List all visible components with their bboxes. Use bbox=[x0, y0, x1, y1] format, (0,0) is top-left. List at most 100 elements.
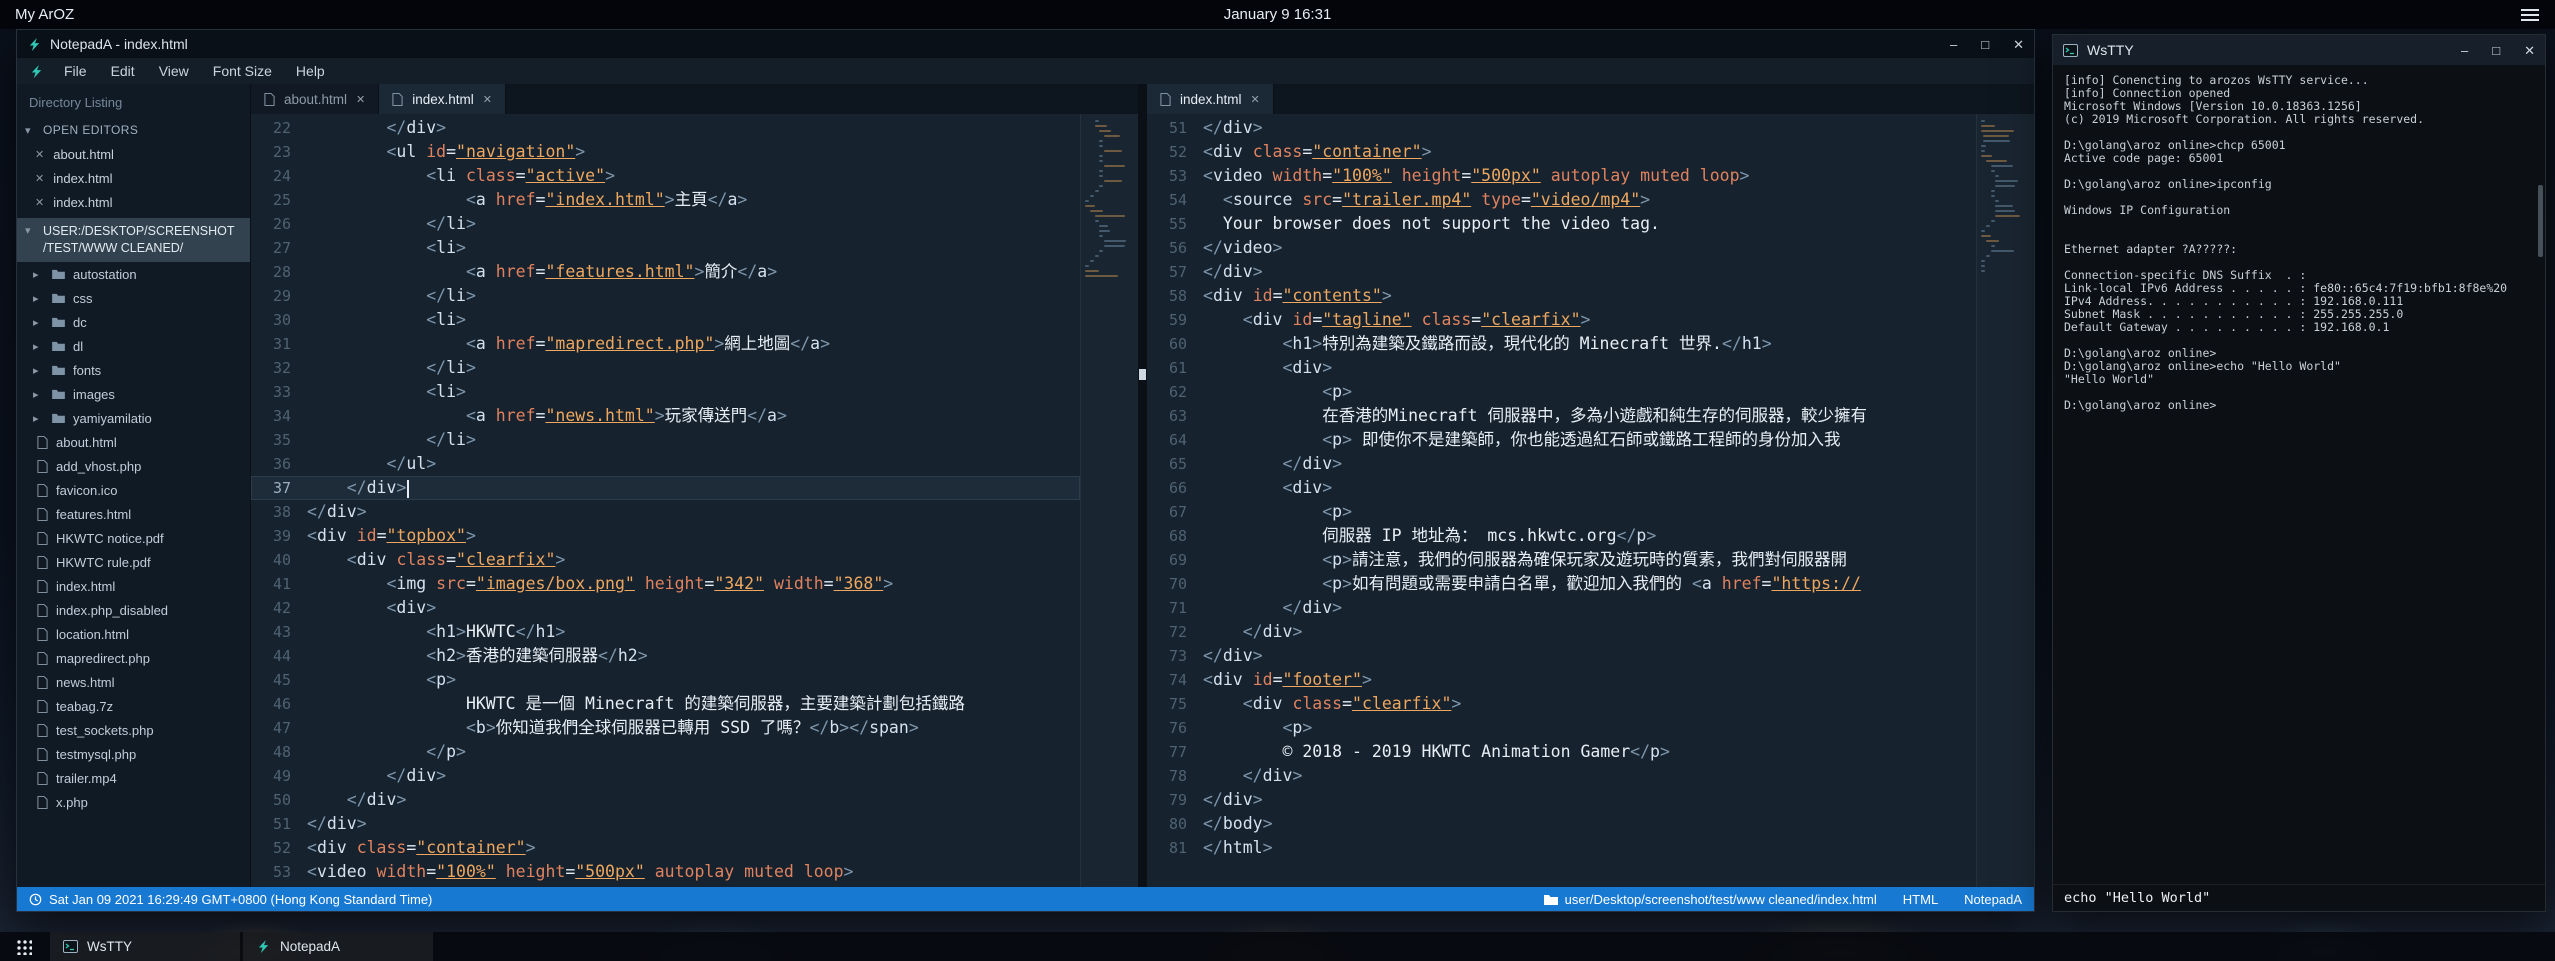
tab-index.html[interactable]: index.html✕ bbox=[379, 84, 506, 114]
close-icon[interactable]: ✕ bbox=[2013, 38, 2024, 51]
code-line[interactable]: 53<video width="100%" height="500px" aut… bbox=[251, 860, 1080, 884]
menu-edit[interactable]: Edit bbox=[99, 63, 147, 79]
file-item[interactable]: teabag.7z bbox=[17, 694, 250, 718]
code-line[interactable]: 53<video width="100%" height="500px" aut… bbox=[1147, 164, 1976, 188]
file-item[interactable]: features.html bbox=[17, 502, 250, 526]
close-icon[interactable]: ✕ bbox=[2524, 44, 2535, 57]
maximize-icon[interactable]: □ bbox=[2492, 44, 2500, 57]
open-editors-section[interactable]: ▾ OPEN EDITORS bbox=[17, 118, 250, 142]
code-line[interactable]: 22 </div> bbox=[251, 116, 1080, 140]
code-line[interactable]: 37 </div> bbox=[251, 476, 1080, 500]
code-line[interactable]: 35 </li> bbox=[251, 428, 1080, 452]
code-line[interactable]: 45 <p> bbox=[251, 668, 1080, 692]
tab-index.html[interactable]: index.html✕ bbox=[1147, 84, 1274, 114]
aroz-brand[interactable]: My ArOZ bbox=[15, 6, 74, 23]
file-item[interactable]: news.html bbox=[17, 670, 250, 694]
folder-item[interactable]: ▸css bbox=[17, 286, 250, 310]
close-editor-icon[interactable]: ✕ bbox=[35, 148, 44, 161]
code-line[interactable]: 42 <div> bbox=[251, 596, 1080, 620]
menu-file[interactable]: File bbox=[52, 63, 99, 79]
code-line[interactable]: 58<div id="contents"> bbox=[1147, 284, 1976, 308]
code-line[interactable]: 71 </div> bbox=[1147, 596, 1976, 620]
code-line[interactable]: 69 <p>請注意，我們的伺服器為確保玩家及遊玩時的質素，我們對伺服器開 bbox=[1147, 548, 1976, 572]
close-tab-icon[interactable]: ✕ bbox=[1251, 93, 1260, 106]
code-line[interactable]: 81</html> bbox=[1147, 836, 1976, 860]
close-editor-icon[interactable]: ✕ bbox=[35, 196, 44, 209]
notepad-titlebar[interactable]: NotepadA - index.html – □ ✕ bbox=[17, 30, 2034, 58]
open-editor-item[interactable]: ✕about.html bbox=[17, 142, 250, 166]
code-line[interactable]: 74<div id="footer"> bbox=[1147, 668, 1976, 692]
taskbar-item-wstty[interactable]: WsTTY bbox=[50, 932, 240, 961]
code-line[interactable]: 43 <h1>HKWTC</h1> bbox=[251, 620, 1080, 644]
taskbar-item-notepada[interactable]: NotepadA bbox=[243, 932, 433, 961]
code-line[interactable]: 36 </ul> bbox=[251, 452, 1080, 476]
code-line[interactable]: 73</div> bbox=[1147, 644, 1976, 668]
wstty-titlebar[interactable]: WsTTY – □ ✕ bbox=[2053, 35, 2545, 65]
menu-help[interactable]: Help bbox=[284, 63, 337, 79]
code-line[interactable]: 47 <b>你知道我們全球伺服器已轉用 SSD 了嗎？</b></span> bbox=[251, 716, 1080, 740]
folder-item[interactable]: ▸dc bbox=[17, 310, 250, 334]
code-line[interactable]: 64 <p> 即使你不是建築師，你也能透過紅石師或鐵路工程師的身份加入我 bbox=[1147, 428, 1976, 452]
code-editor[interactable]: 22 </div>23 <ul id="navigation">24 <li c… bbox=[251, 114, 1080, 887]
minimap[interactable] bbox=[1976, 114, 2034, 887]
code-line[interactable]: 34 <a href="news.html">玩家傳送門</a> bbox=[251, 404, 1080, 428]
start-button[interactable] bbox=[0, 932, 47, 961]
code-line[interactable]: 70 <p>如有問題或需要申請白名單，歡迎加入我們的 <a href="http… bbox=[1147, 572, 1976, 596]
code-line[interactable]: 68 伺服器 IP 地址為： mcs.hkwtc.org</p> bbox=[1147, 524, 1976, 548]
code-editor[interactable]: 51</div>52<div class="container">53<vide… bbox=[1147, 114, 1976, 887]
terminal-input-line[interactable]: echo "Hello World" bbox=[2053, 884, 2545, 911]
code-line[interactable]: 28 <a href="features.html">簡介</a> bbox=[251, 260, 1080, 284]
code-line[interactable]: 52<div class="container"> bbox=[251, 836, 1080, 860]
folder-item[interactable]: ▸fonts bbox=[17, 358, 250, 382]
code-line[interactable]: 23 <ul id="navigation"> bbox=[251, 140, 1080, 164]
folder-item[interactable]: ▸dl bbox=[17, 334, 250, 358]
code-line[interactable]: 72 </div> bbox=[1147, 620, 1976, 644]
code-line[interactable]: 31 <a href="mapredirect.php">網上地圖</a> bbox=[251, 332, 1080, 356]
minimize-icon[interactable]: – bbox=[1950, 38, 1957, 51]
code-line[interactable]: 57</div> bbox=[1147, 260, 1976, 284]
code-line[interactable]: 61 <div> bbox=[1147, 356, 1976, 380]
code-line[interactable]: 44 <h2>香港的建築伺服器</h2> bbox=[251, 644, 1080, 668]
code-line[interactable]: 59 <div id="tagline" class="clearfix"> bbox=[1147, 308, 1976, 332]
file-item[interactable]: index.php_disabled bbox=[17, 598, 250, 622]
code-line[interactable]: 38</div> bbox=[251, 500, 1080, 524]
file-item[interactable]: add_vhost.php bbox=[17, 454, 250, 478]
folder-item[interactable]: ▸images bbox=[17, 382, 250, 406]
code-line[interactable]: 33 <li> bbox=[251, 380, 1080, 404]
splitter-grip[interactable] bbox=[1139, 369, 1146, 380]
file-item[interactable]: test_sockets.php bbox=[17, 718, 250, 742]
code-line[interactable]: 76 <p> bbox=[1147, 716, 1976, 740]
workspace-root-item[interactable]: ▾ USER:/DESKTOP/SCREENSHOT /TEST/WWW CLE… bbox=[17, 218, 250, 262]
code-line[interactable]: 60 <h1>特別為建築及鐵路而設，現代化的 Minecraft 世界.</h1… bbox=[1147, 332, 1976, 356]
code-line[interactable]: 79</div> bbox=[1147, 788, 1976, 812]
code-line[interactable]: 51</div> bbox=[251, 812, 1080, 836]
code-line[interactable]: 41 <img src="images/box.png" height="342… bbox=[251, 572, 1080, 596]
file-item[interactable]: x.php bbox=[17, 790, 250, 814]
folder-item[interactable]: ▸autostation bbox=[17, 262, 250, 286]
code-line[interactable]: 50 </div> bbox=[251, 788, 1080, 812]
file-item[interactable]: HKWTC notice.pdf bbox=[17, 526, 250, 550]
folder-item[interactable]: ▸yamiyamilatio bbox=[17, 406, 250, 430]
file-item[interactable]: testmysql.php bbox=[17, 742, 250, 766]
maximize-icon[interactable]: □ bbox=[1981, 38, 1989, 51]
code-line[interactable]: 56</video> bbox=[1147, 236, 1976, 260]
code-line[interactable]: 77 © 2018 - 2019 HKWTC Animation Gamer</… bbox=[1147, 740, 1976, 764]
close-editor-icon[interactable]: ✕ bbox=[35, 172, 44, 185]
menu-view[interactable]: View bbox=[147, 63, 201, 79]
file-item[interactable]: trailer.mp4 bbox=[17, 766, 250, 790]
file-item[interactable]: mapredirect.php bbox=[17, 646, 250, 670]
terminal-output[interactable]: [info] Conencting to arozos WsTTY servic… bbox=[2053, 65, 2545, 884]
code-line[interactable]: 46 HKWTC 是一個 Minecraft 的建築伺服器，主要建築計劃包括鐵路 bbox=[251, 692, 1080, 716]
code-line[interactable]: 29 </li> bbox=[251, 284, 1080, 308]
code-line[interactable]: 24 <li class="active"> bbox=[251, 164, 1080, 188]
file-item[interactable]: about.html bbox=[17, 430, 250, 454]
tab-about.html[interactable]: about.html✕ bbox=[251, 84, 379, 114]
code-line[interactable]: 51</div> bbox=[1147, 116, 1976, 140]
close-tab-icon[interactable]: ✕ bbox=[356, 93, 365, 106]
code-line[interactable]: 39<div id="topbox"> bbox=[251, 524, 1080, 548]
code-line[interactable]: 63 在香港的Minecraft 伺服器中，多為小遊戲和純生存的伺服器，較少擁有 bbox=[1147, 404, 1976, 428]
code-line[interactable]: 52<div class="container"> bbox=[1147, 140, 1976, 164]
file-item[interactable]: index.html bbox=[17, 574, 250, 598]
minimize-icon[interactable]: – bbox=[2461, 44, 2468, 57]
minimap[interactable] bbox=[1080, 114, 1138, 887]
